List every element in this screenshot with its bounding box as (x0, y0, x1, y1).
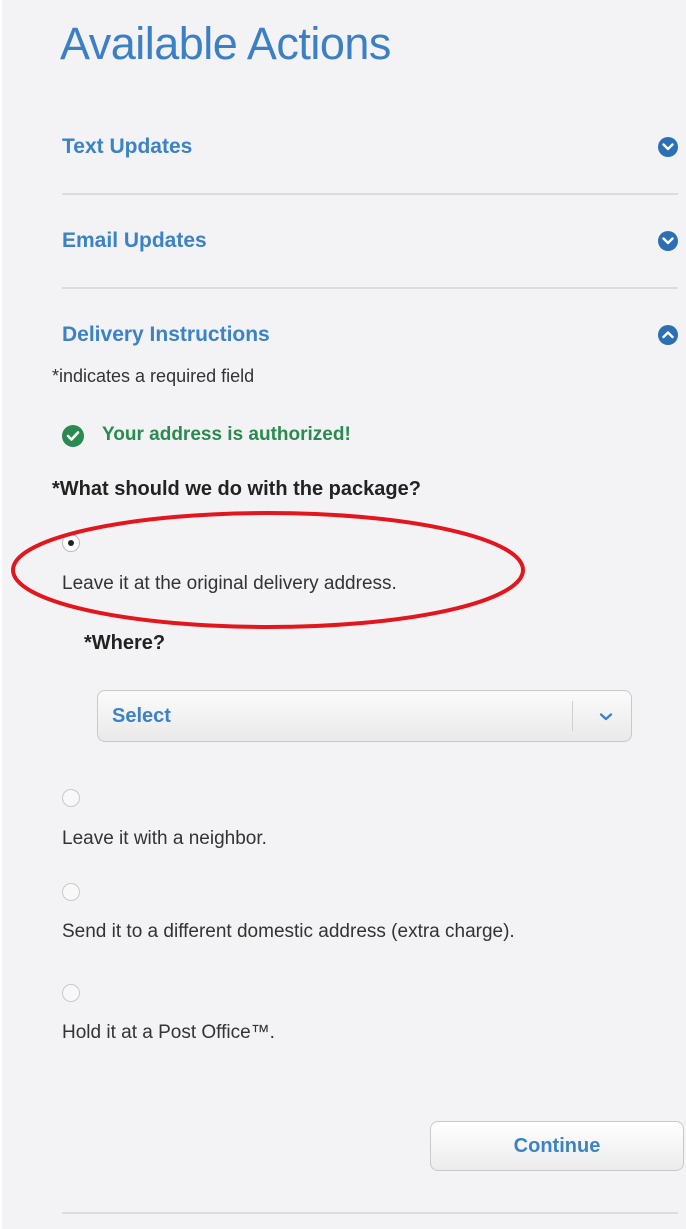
accordion-text-updates[interactable]: Text Updates (62, 127, 678, 167)
page-title: Available Actions (60, 18, 391, 69)
radio-original-address[interactable] (62, 534, 80, 552)
select-separator (572, 701, 573, 731)
accordion-label: Delivery Instructions (62, 323, 270, 346)
where-select[interactable]: Select (97, 690, 632, 742)
where-label: *Where? (84, 632, 166, 654)
accordion-label: Text Updates (62, 135, 193, 158)
annotation-ellipse (11, 511, 525, 629)
radio-neighbor[interactable] (62, 789, 80, 807)
radio-post-office[interactable] (62, 984, 80, 1002)
radio-different-address[interactable] (62, 883, 80, 901)
required-field-note: *indicates a required field (52, 366, 255, 386)
option-label-neighbor[interactable]: Leave it with a neighbor. (62, 828, 267, 850)
chevron-up-icon (658, 325, 678, 345)
section-divider (62, 193, 678, 195)
section-divider (62, 1212, 678, 1214)
option-label-original-address[interactable]: Leave it at the original delivery addres… (62, 573, 397, 595)
continue-button[interactable]: Continue (430, 1121, 684, 1171)
accordion-delivery-instructions[interactable]: Delivery Instructions (62, 315, 678, 355)
delivery-page: Available Actions Text Updates Email Upd… (0, 0, 686, 1229)
accordion-email-updates[interactable]: Email Updates (62, 221, 678, 261)
option-label-post-office[interactable]: Hold it at a Post Office™. (62, 1022, 275, 1044)
chevron-down-icon (658, 137, 678, 157)
auth-message-text: Your address is authorized! (102, 424, 351, 445)
check-circle-icon (62, 425, 84, 447)
chevron-down-icon (599, 709, 613, 727)
accordion-label: Email Updates (62, 229, 207, 252)
package-question: *What should we do with the package? (52, 478, 421, 500)
where-select-value: Select (112, 705, 171, 727)
section-divider (62, 287, 678, 289)
chevron-down-icon (658, 231, 678, 251)
option-label-different-address[interactable]: Send it to a different domestic address … (62, 921, 515, 943)
